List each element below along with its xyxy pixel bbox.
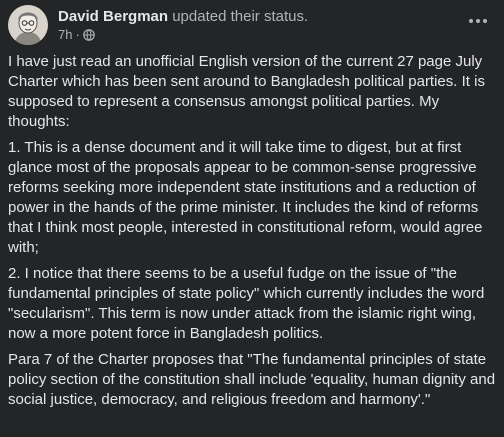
post-action: updated their status.: [172, 8, 309, 25]
post-paragraph: 1. This is a dense document and it will …: [8, 139, 483, 256]
more-options-icon[interactable]: [464, 11, 492, 31]
author-line: David Bergman updated their status.: [58, 7, 308, 26]
post-paragraph: 2. I notice that there seems to be a use…: [8, 265, 485, 342]
author-name[interactable]: David Bergman: [58, 8, 168, 25]
post-paragraph: I have just read an unofficial English v…: [8, 53, 485, 130]
more-options-dot: [483, 19, 487, 23]
separator-dot: ·: [75, 27, 80, 42]
post-meta: David Bergman updated their status. 7h ·: [58, 7, 308, 43]
post-body: I have just read an unofficial English v…: [8, 52, 496, 416]
more-options-dot: [476, 19, 480, 23]
post-paragraph: Para 7 of the Charter proposes that "The…: [8, 351, 496, 408]
post-timestamp[interactable]: 7h: [58, 27, 72, 43]
avatar[interactable]: [8, 5, 48, 45]
globe-icon[interactable]: [83, 29, 95, 41]
more-options-dot: [469, 19, 473, 23]
post-subline: 7h ·: [58, 27, 308, 43]
post-header: David Bergman updated their status. 7h ·: [8, 5, 496, 45]
status-post: David Bergman updated their status. 7h ·: [0, 0, 504, 437]
